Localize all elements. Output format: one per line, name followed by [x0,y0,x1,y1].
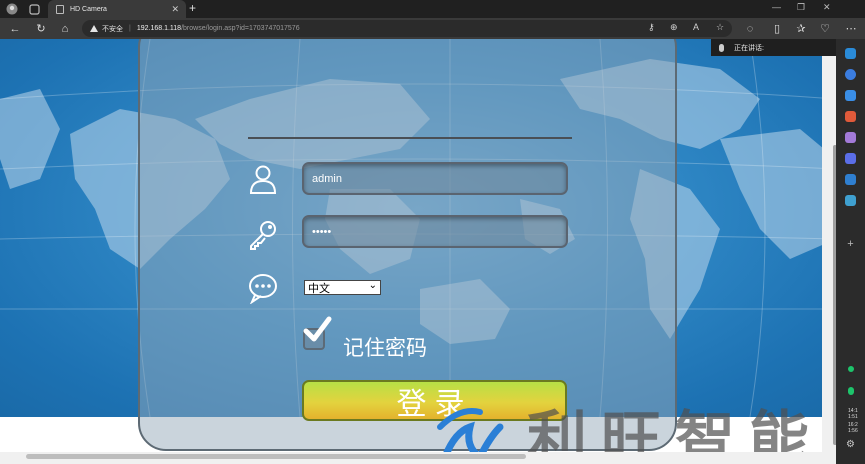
tab-bar: HD Camera ✕ + — ❐ ✕ [0,0,865,18]
password-input[interactable]: ••••• [302,215,568,248]
url-path: /browse/login.asp?id=1703747017576 [181,25,300,32]
health-icon[interactable]: ♡ [817,21,833,36]
status-dot-icon [848,366,854,372]
user-icon [249,165,277,194]
read-aloud-icon[interactable]: A [693,22,699,32]
copilot-icon[interactable] [845,48,856,59]
language-select[interactable]: 中文 ⌄ [304,280,381,295]
new-tab-button[interactable]: + [189,1,196,15]
checkmark-icon [303,316,332,342]
tab-close-icon[interactable]: ✕ [171,4,179,15]
home-icon[interactable]: ⌂ [57,21,73,36]
security-shield-icon [848,387,854,395]
password-value: ••••• [312,225,332,238]
key-icon [250,221,276,250]
chevron-down-icon: ⌄ [368,280,377,291]
username-input[interactable]: admin [302,162,568,195]
back-icon[interactable]: ← [7,21,23,36]
profile-avatar[interactable] [4,2,20,16]
voice-status: 正在讲话: [734,44,764,52]
tab-hd-camera[interactable]: HD Camera ✕ [48,0,186,18]
key-icon[interactable]: ⚷ [648,22,655,33]
split-screen-icon[interactable]: ▯ [769,21,785,36]
shopping-icon[interactable] [845,90,856,101]
drop-icon[interactable] [845,195,856,206]
chat-bubble-icon [249,274,277,304]
favorite-star-icon[interactable]: ☆ [716,22,724,33]
add-sidebar-icon[interactable]: + [845,239,856,250]
remember-label[interactable]: 记住密码 [343,332,427,362]
horizontal-scrollbar[interactable] [0,452,836,464]
horizontal-scroll-thumb[interactable] [26,454,526,459]
minimize-icon[interactable]: — [772,2,781,12]
tab-title: HD Camera [70,5,107,13]
restore-icon[interactable]: ❐ [797,2,805,13]
close-window-icon[interactable]: ✕ [823,2,831,13]
vertical-scrollbar[interactable] [822,39,836,452]
microphone-icon[interactable] [719,43,724,52]
warning-icon [90,25,98,32]
sidebar-time-4: 1:56 [848,428,858,434]
voice-typing-popup: 正在讲话: [711,39,836,56]
navigation-bar: ← ↻ ⌂ 不安全 | 192.168.1.118 /browse/login.… [0,18,865,39]
avatar-icon [6,3,18,15]
zoom-icon[interactable]: ⊕ [670,22,678,33]
sidebar-time-2: 1:51 [848,414,858,420]
favorites-icon[interactable]: ✰ [793,21,809,36]
search-icon[interactable] [845,69,856,80]
tools-icon[interactable] [845,111,856,122]
outlook-icon[interactable] [845,174,856,185]
address-bar[interactable]: 不安全 | 192.168.1.118 /browse/login.asp?id… [82,20,732,37]
microsoft365-icon[interactable] [845,153,856,164]
security-label[interactable]: 不安全 [102,24,123,34]
workspaces-icon[interactable] [26,2,42,16]
games-icon[interactable] [845,132,856,143]
refresh-icon[interactable]: ↻ [33,21,49,36]
page-icon [56,4,64,14]
settings-gear-icon[interactable]: ⚙ [845,439,856,450]
page-viewport: admin ••••• 中文 ⌄ 记住密码 登录 利旺智能 [0,39,836,464]
url-host: 192.168.1.118 [136,25,182,32]
browser-sidebar: + ⚙ [836,39,865,464]
language-selected: 中文 [308,282,330,295]
username-value: admin [312,172,342,185]
extension-icon[interactable]: ◌ [742,21,758,36]
url-separator: | [129,25,131,32]
more-menu-icon[interactable]: ⋯ [843,21,859,36]
panel-divider [248,137,572,139]
